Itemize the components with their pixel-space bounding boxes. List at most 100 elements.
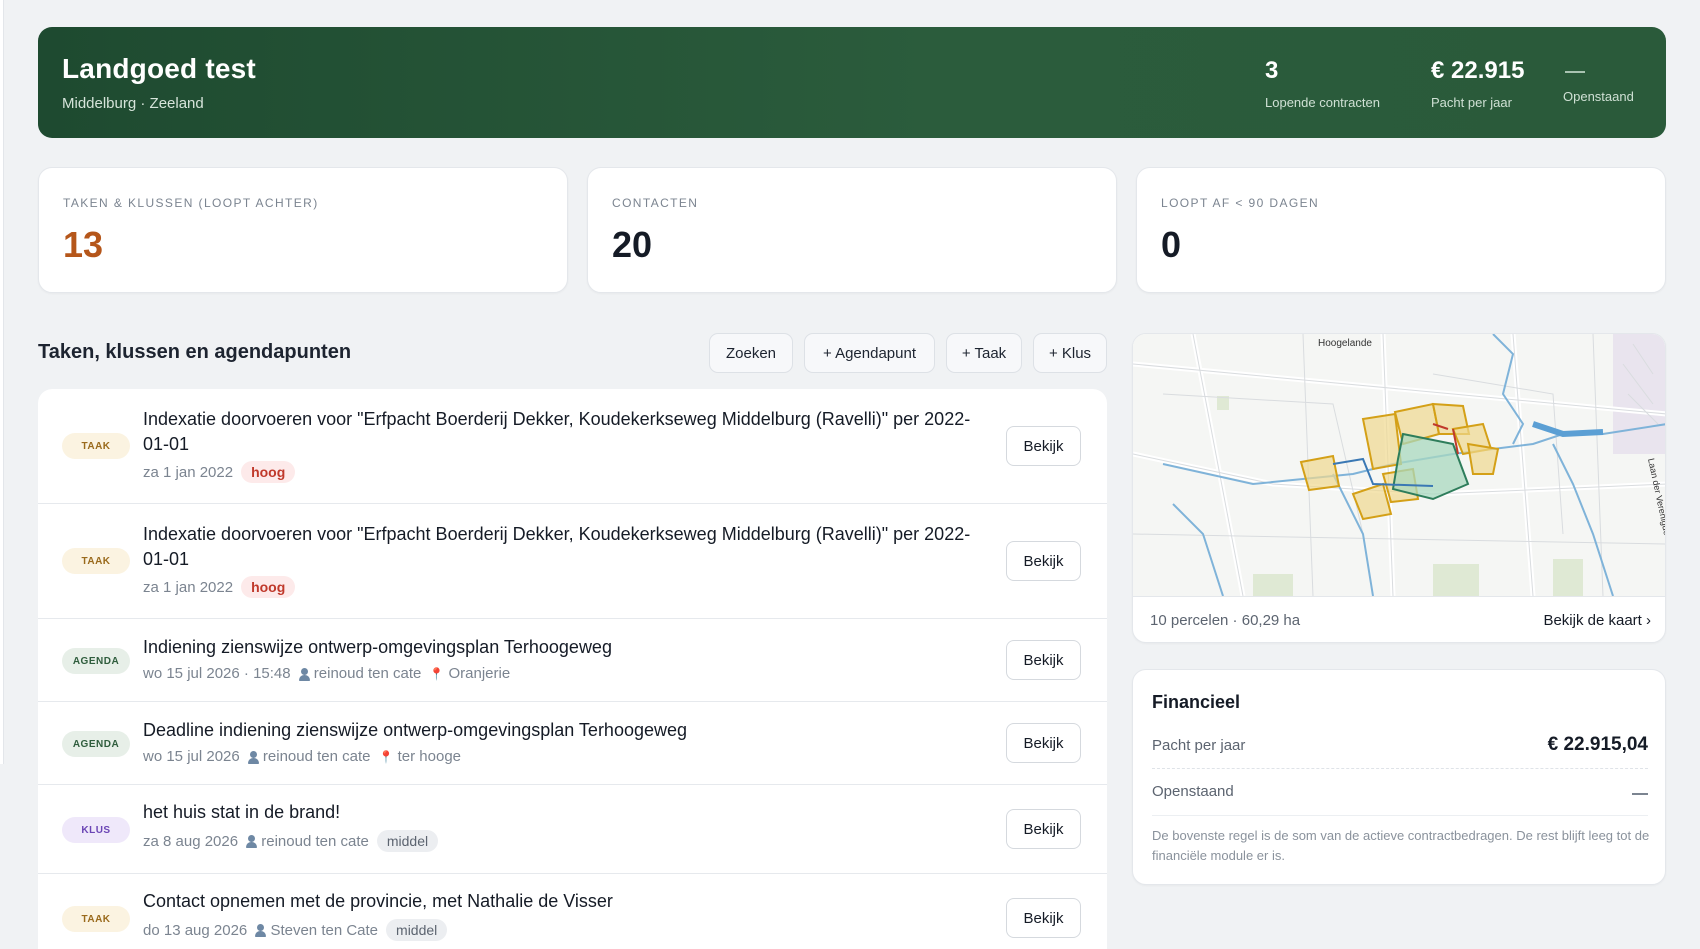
estate-location: Middelburg · Zeeland	[62, 95, 204, 112]
type-badge: TAAK	[62, 548, 130, 574]
person-name: Steven ten Cate	[270, 921, 379, 939]
item-location: 📍 ter hooge	[379, 748, 462, 765]
person-icon	[246, 835, 258, 849]
finance-card: Financieel Pacht per jaar € 22.915,04 Op…	[1132, 669, 1666, 885]
stat-outstanding-value	[1565, 71, 1585, 73]
view-button[interactable]: Bekijk	[1006, 809, 1081, 849]
stat-contracts-value: 3	[1265, 57, 1279, 84]
finance-row-label: Pacht per jaar	[1152, 737, 1246, 754]
priority-badge: hoog	[241, 461, 296, 483]
item-location: 📍 Oranjerie	[429, 665, 510, 682]
summary-card-label: CONTACTEN	[612, 196, 699, 210]
list-item[interactable]: TAAK Indexatie doorvoeren voor "Erfpacht…	[38, 389, 1107, 504]
view-button[interactable]: Bekijk	[1006, 723, 1081, 763]
item-meta: za 8 aug 2026 reinoud ten cate middel	[143, 830, 439, 852]
summary-card-expiring[interactable]: LOOPT AF < 90 DAGEN 0	[1136, 167, 1666, 293]
stat-contracts: 3 Lopende contracten	[1265, 57, 1380, 110]
map-place-label: Hoogelande	[1318, 338, 1372, 349]
item-meta: za 1 jan 2022 hoog	[143, 461, 296, 483]
person-icon	[247, 750, 259, 764]
item-title: Contact opnemen met de provincie, met Na…	[143, 891, 613, 911]
estate-header: Landgoed test Middelburg · Zeeland 3 Lop…	[38, 27, 1666, 138]
map-footer: 10 percelen · 60,29 ha Bekijk de kaart ›	[1133, 596, 1665, 642]
summary-card-value: 13	[63, 224, 104, 265]
finance-row-outstanding: Openstaand	[1152, 769, 1648, 815]
stat-rent-label: Pacht per jaar	[1431, 95, 1512, 110]
list-item[interactable]: TAAK Contact opnemen met de provincie, m…	[38, 874, 1107, 949]
priority-badge: middel	[386, 919, 448, 941]
person-icon	[255, 924, 267, 938]
location-pin-icon: 📍	[378, 750, 394, 764]
summary-card-label: TAKEN & KLUSSEN (LOOPT ACHTER)	[63, 196, 319, 210]
view-button[interactable]: Bekijk	[1006, 898, 1081, 938]
list-item[interactable]: AGENDA Deadline indiening zienswijze ont…	[38, 702, 1107, 785]
item-date: za 8 aug 2026	[143, 832, 239, 850]
list-item[interactable]: TAAK Indexatie doorvoeren voor "Erfpacht…	[38, 504, 1107, 619]
list-item[interactable]: KLUS het huis stat in de brand! za 8 aug…	[38, 785, 1107, 874]
finance-note: De bovenste regel is de som van de actie…	[1152, 828, 1650, 863]
item-meta: za 1 jan 2022 hoog	[143, 576, 296, 598]
type-badge: TAAK	[62, 906, 130, 932]
summary-card-value: 0	[1161, 224, 1182, 265]
add-agenda-button[interactable]: + Agendapunt	[804, 333, 935, 373]
parcel-map-card[interactable]: Hoogelande Laan der Verenigde Naties 10 …	[1132, 333, 1666, 643]
finance-row-label: Openstaand	[1152, 783, 1234, 800]
item-title: Indexatie doorvoeren voor "Erfpacht Boer…	[143, 524, 971, 569]
item-person: Steven ten Cate	[255, 922, 378, 939]
list-item[interactable]: AGENDA Indiening zienswijze ontwerp-omge…	[38, 619, 1107, 702]
item-meta: wo 15 jul 2026 reinoud ten cate 📍 ter ho…	[143, 748, 461, 765]
finance-row-value: € 22.915,04	[1547, 734, 1648, 755]
stat-rent-value: € 22.915	[1431, 57, 1525, 84]
person-name: reinoud ten cate	[261, 832, 369, 850]
finance-row-rent: Pacht per jaar € 22.915,04	[1152, 723, 1648, 769]
stat-outstanding-label: Openstaand	[1563, 89, 1634, 104]
map-svg: Hoogelande Laan der Verenigde Naties	[1133, 334, 1665, 597]
type-badge: AGENDA	[62, 731, 130, 757]
view-button[interactable]: Bekijk	[1006, 640, 1081, 680]
view-button[interactable]: Bekijk	[1006, 541, 1081, 581]
priority-badge: hoog	[241, 576, 296, 598]
item-date: do 13 aug 2026	[143, 921, 248, 939]
person-name: reinoud ten cate	[313, 665, 422, 682]
tasks-section-title: Taken, klussen en agendapunten	[38, 341, 352, 363]
divider	[1152, 815, 1648, 816]
item-title: het huis stat in de brand!	[143, 802, 341, 822]
location-name: ter hooge	[397, 748, 462, 765]
summary-card-contacts[interactable]: CONTACTEN 20	[587, 167, 1117, 293]
item-title: Indexatie doorvoeren voor "Erfpacht Boer…	[143, 409, 971, 454]
stat-contracts-label: Lopende contracten	[1265, 95, 1380, 110]
item-meta: wo 15 jul 2026 · 15:48 reinoud ten cate …	[143, 665, 510, 682]
type-badge: TAAK	[62, 433, 130, 459]
finance-title: Financieel	[1152, 692, 1241, 712]
item-title: Deadline indiening zienswijze ontwerp-om…	[143, 720, 688, 740]
item-date: wo 15 jul 2026 · 15:48	[143, 665, 291, 682]
item-date: za 1 jan 2022	[143, 578, 234, 596]
search-button[interactable]: Zoeken	[709, 333, 793, 373]
add-task-button[interactable]: + Taak	[946, 333, 1022, 373]
stat-outstanding: Openstaand	[1563, 57, 1634, 104]
estate-title: Landgoed test	[62, 53, 256, 84]
stat-rent: € 22.915 Pacht per jaar	[1431, 57, 1524, 110]
summary-card-label: LOOPT AF < 90 DAGEN	[1161, 196, 1320, 210]
priority-badge: middel	[376, 830, 439, 852]
item-person: reinoud ten cate	[247, 748, 371, 765]
view-button[interactable]: Bekijk	[1006, 426, 1081, 466]
location-pin-icon: 📍	[429, 667, 445, 681]
add-job-button[interactable]: + Klus	[1033, 333, 1107, 373]
item-person: reinoud ten cate	[298, 665, 422, 682]
item-title: Indiening zienswijze ontwerp-omgevingspl…	[143, 637, 612, 657]
item-date: za 1 jan 2022	[143, 463, 234, 481]
view-map-link[interactable]: Bekijk de kaart ›	[1543, 612, 1651, 629]
person-name: reinoud ten cate	[262, 748, 371, 765]
item-date: wo 15 jul 2026	[143, 748, 240, 765]
parcel-summary: 10 percelen · 60,29 ha	[1150, 612, 1301, 629]
person-icon	[298, 667, 310, 681]
type-badge: AGENDA	[62, 648, 130, 674]
summary-card-tasks[interactable]: TAKEN & KLUSSEN (LOOPT ACHTER) 13	[38, 167, 568, 293]
location-name: Oranjerie	[448, 665, 511, 682]
finance-row-value-empty	[1632, 793, 1648, 795]
summary-card-value: 20	[612, 224, 653, 265]
window-edge	[0, 0, 4, 764]
parcel-map[interactable]: Hoogelande Laan der Verenigde Naties	[1133, 334, 1665, 597]
item-person: reinoud ten cate	[246, 833, 369, 850]
